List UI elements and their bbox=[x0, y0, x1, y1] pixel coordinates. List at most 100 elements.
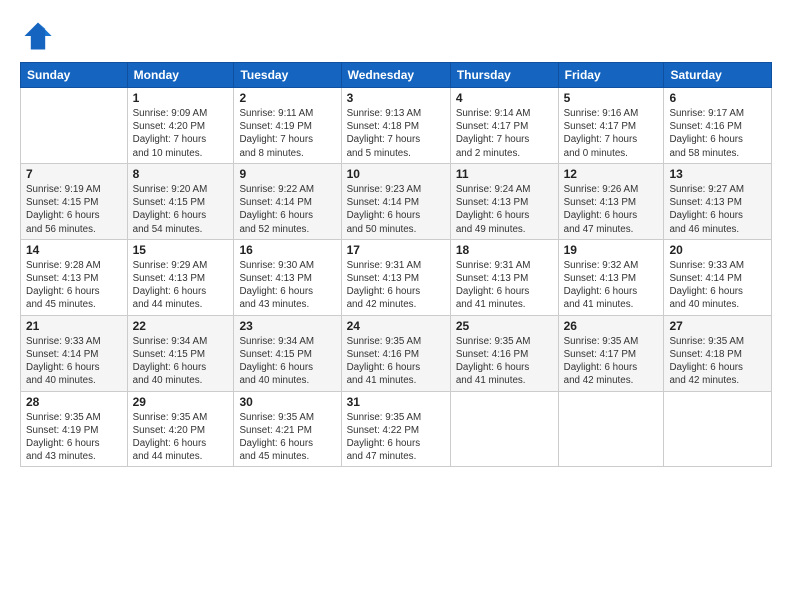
day-number: 31 bbox=[347, 395, 445, 409]
calendar-cell: 11Sunrise: 9:24 AM Sunset: 4:13 PM Dayli… bbox=[450, 163, 558, 239]
day-number: 6 bbox=[669, 91, 766, 105]
day-number: 14 bbox=[26, 243, 122, 257]
calendar-cell: 14 Sunrise: 9:28 AM Sunset: 4:13 PM Dayli… bbox=[21, 239, 128, 315]
day-info: Sunrise: 9:35 AM Sunset: 4:19 PM Dayligh… bbox=[26, 411, 122, 464]
calendar-cell: 24 Sunrise: 9:35 AM Sunset: 4:16 PM Dayli… bbox=[341, 315, 450, 391]
logo bbox=[20, 18, 60, 54]
week-row-3: 14 Sunrise: 9:28 AM Sunset: 4:13 PM Dayli… bbox=[21, 239, 772, 315]
calendar-cell: 7Sunrise: 9:19 AM Sunset: 4:15 PM Daylig… bbox=[21, 163, 128, 239]
generalblue-logo-icon bbox=[20, 18, 56, 54]
calendar-table: SundayMondayTuesdayWednesdayThursdayFrid… bbox=[20, 62, 772, 467]
day-info: Sunrise: 9:31 AM Sunset: 4:13 PM Dayligh… bbox=[347, 259, 445, 312]
header bbox=[20, 18, 772, 54]
weekday-header-tuesday: Tuesday bbox=[234, 63, 341, 88]
day-number: 18 bbox=[456, 243, 553, 257]
calendar-cell: 5Sunrise: 9:16 AM Sunset: 4:17 PM Daylig… bbox=[558, 88, 664, 164]
day-number: 15 bbox=[133, 243, 229, 257]
day-number: 16 bbox=[239, 243, 335, 257]
day-info: Sunrise: 9:17 AM Sunset: 4:16 PM Dayligh… bbox=[669, 107, 766, 160]
day-number: 4 bbox=[456, 91, 553, 105]
day-info: Sunrise: 9:34 AM Sunset: 4:15 PM Dayligh… bbox=[133, 335, 229, 388]
day-info: Sunrise: 9:35 AM Sunset: 4:16 PM Dayligh… bbox=[347, 335, 445, 388]
weekday-header-monday: Monday bbox=[127, 63, 234, 88]
week-row-5: 28 Sunrise: 9:35 AM Sunset: 4:19 PM Dayli… bbox=[21, 391, 772, 467]
day-info: Sunrise: 9:35 AM Sunset: 4:16 PM Dayligh… bbox=[456, 335, 553, 388]
calendar-cell: 2 Sunrise: 9:11 AM Sunset: 4:19 PM Daylig… bbox=[234, 88, 341, 164]
calendar-cell: 18 Sunrise: 9:31 AM Sunset: 4:13 PM Dayli… bbox=[450, 239, 558, 315]
calendar-cell bbox=[21, 88, 128, 164]
calendar-cell: 16 Sunrise: 9:30 AM Sunset: 4:13 PM Dayli… bbox=[234, 239, 341, 315]
day-info: Sunrise: 9:33 AM Sunset: 4:14 PM Dayligh… bbox=[669, 259, 766, 312]
calendar-cell: 30Sunrise: 9:35 AM Sunset: 4:21 PM Dayli… bbox=[234, 391, 341, 467]
day-info: Sunrise: 9:35 AM Sunset: 4:21 PM Dayligh… bbox=[239, 411, 335, 464]
day-number: 1 bbox=[133, 91, 229, 105]
weekday-header-friday: Friday bbox=[558, 63, 664, 88]
day-number: 19 bbox=[564, 243, 659, 257]
day-number: 27 bbox=[669, 319, 766, 333]
weekday-header-wednesday: Wednesday bbox=[341, 63, 450, 88]
day-number: 7 bbox=[26, 167, 122, 181]
day-info: Sunrise: 9:13 AM Sunset: 4:18 PM Dayligh… bbox=[347, 107, 445, 160]
calendar-cell: 8 Sunrise: 9:20 AM Sunset: 4:15 PM Daylig… bbox=[127, 163, 234, 239]
day-info: Sunrise: 9:09 AM Sunset: 4:20 PM Dayligh… bbox=[133, 107, 229, 160]
calendar-cell: 12 Sunrise: 9:26 AM Sunset: 4:13 PM Dayli… bbox=[558, 163, 664, 239]
day-info: Sunrise: 9:34 AM Sunset: 4:15 PM Dayligh… bbox=[239, 335, 335, 388]
day-number: 26 bbox=[564, 319, 659, 333]
weekday-header-saturday: Saturday bbox=[664, 63, 772, 88]
day-info: Sunrise: 9:29 AM Sunset: 4:13 PM Dayligh… bbox=[133, 259, 229, 312]
day-info: Sunrise: 9:30 AM Sunset: 4:13 PM Dayligh… bbox=[239, 259, 335, 312]
day-info: Sunrise: 9:11 AM Sunset: 4:19 PM Dayligh… bbox=[239, 107, 335, 160]
day-info: Sunrise: 9:23 AM Sunset: 4:14 PM Dayligh… bbox=[347, 183, 445, 236]
day-info: Sunrise: 9:31 AM Sunset: 4:13 PM Dayligh… bbox=[456, 259, 553, 312]
day-number: 25 bbox=[456, 319, 553, 333]
calendar-cell: 3 Sunrise: 9:13 AM Sunset: 4:18 PM Daylig… bbox=[341, 88, 450, 164]
day-number: 29 bbox=[133, 395, 229, 409]
day-number: 13 bbox=[669, 167, 766, 181]
day-number: 17 bbox=[347, 243, 445, 257]
calendar-cell: 21 Sunrise: 9:33 AM Sunset: 4:14 PM Dayli… bbox=[21, 315, 128, 391]
day-info: Sunrise: 9:16 AM Sunset: 4:17 PM Dayligh… bbox=[564, 107, 659, 160]
day-number: 9 bbox=[239, 167, 335, 181]
day-number: 24 bbox=[347, 319, 445, 333]
day-info: Sunrise: 9:35 AM Sunset: 4:17 PM Dayligh… bbox=[564, 335, 659, 388]
day-info: Sunrise: 9:26 AM Sunset: 4:13 PM Dayligh… bbox=[564, 183, 659, 236]
day-info: Sunrise: 9:14 AM Sunset: 4:17 PM Dayligh… bbox=[456, 107, 553, 160]
day-number: 3 bbox=[347, 91, 445, 105]
calendar-cell: 4 Sunrise: 9:14 AM Sunset: 4:17 PM Daylig… bbox=[450, 88, 558, 164]
week-row-1: 1 Sunrise: 9:09 AM Sunset: 4:20 PM Daylig… bbox=[21, 88, 772, 164]
weekday-header-sunday: Sunday bbox=[21, 63, 128, 88]
calendar-cell: 20 Sunrise: 9:33 AM Sunset: 4:14 PM Dayli… bbox=[664, 239, 772, 315]
weekday-header-thursday: Thursday bbox=[450, 63, 558, 88]
day-number: 22 bbox=[133, 319, 229, 333]
calendar-cell: 31Sunrise: 9:35 AM Sunset: 4:22 PM Dayli… bbox=[341, 391, 450, 467]
calendar-cell: 1 Sunrise: 9:09 AM Sunset: 4:20 PM Daylig… bbox=[127, 88, 234, 164]
calendar-cell: 26 Sunrise: 9:35 AM Sunset: 4:17 PM Dayli… bbox=[558, 315, 664, 391]
day-info: Sunrise: 9:33 AM Sunset: 4:14 PM Dayligh… bbox=[26, 335, 122, 388]
calendar-cell bbox=[664, 391, 772, 467]
calendar-cell: 9Sunrise: 9:22 AM Sunset: 4:14 PM Daylig… bbox=[234, 163, 341, 239]
calendar-cell: 13 Sunrise: 9:27 AM Sunset: 4:13 PM Dayli… bbox=[664, 163, 772, 239]
day-number: 11 bbox=[456, 167, 553, 181]
calendar-cell: 29Sunrise: 9:35 AM Sunset: 4:20 PM Dayli… bbox=[127, 391, 234, 467]
day-number: 21 bbox=[26, 319, 122, 333]
day-number: 28 bbox=[26, 395, 122, 409]
day-number: 2 bbox=[239, 91, 335, 105]
day-info: Sunrise: 9:28 AM Sunset: 4:13 PM Dayligh… bbox=[26, 259, 122, 312]
calendar-cell: 10Sunrise: 9:23 AM Sunset: 4:14 PM Dayli… bbox=[341, 163, 450, 239]
weekday-header-row: SundayMondayTuesdayWednesdayThursdayFrid… bbox=[21, 63, 772, 88]
calendar-cell: 28 Sunrise: 9:35 AM Sunset: 4:19 PM Dayli… bbox=[21, 391, 128, 467]
calendar-cell: 15 Sunrise: 9:29 AM Sunset: 4:13 PM Dayli… bbox=[127, 239, 234, 315]
day-number: 8 bbox=[133, 167, 229, 181]
calendar-cell: 27 Sunrise: 9:35 AM Sunset: 4:18 PM Dayli… bbox=[664, 315, 772, 391]
calendar-cell: 19 Sunrise: 9:32 AM Sunset: 4:13 PM Dayli… bbox=[558, 239, 664, 315]
day-info: Sunrise: 9:20 AM Sunset: 4:15 PM Dayligh… bbox=[133, 183, 229, 236]
day-info: Sunrise: 9:32 AM Sunset: 4:13 PM Dayligh… bbox=[564, 259, 659, 312]
calendar-cell: 6 Sunrise: 9:17 AM Sunset: 4:16 PM Daylig… bbox=[664, 88, 772, 164]
calendar-cell: 23Sunrise: 9:34 AM Sunset: 4:15 PM Dayli… bbox=[234, 315, 341, 391]
day-number: 12 bbox=[564, 167, 659, 181]
day-number: 20 bbox=[669, 243, 766, 257]
week-row-2: 7Sunrise: 9:19 AM Sunset: 4:15 PM Daylig… bbox=[21, 163, 772, 239]
calendar-cell: 25 Sunrise: 9:35 AM Sunset: 4:16 PM Dayli… bbox=[450, 315, 558, 391]
day-info: Sunrise: 9:27 AM Sunset: 4:13 PM Dayligh… bbox=[669, 183, 766, 236]
day-info: Sunrise: 9:35 AM Sunset: 4:18 PM Dayligh… bbox=[669, 335, 766, 388]
